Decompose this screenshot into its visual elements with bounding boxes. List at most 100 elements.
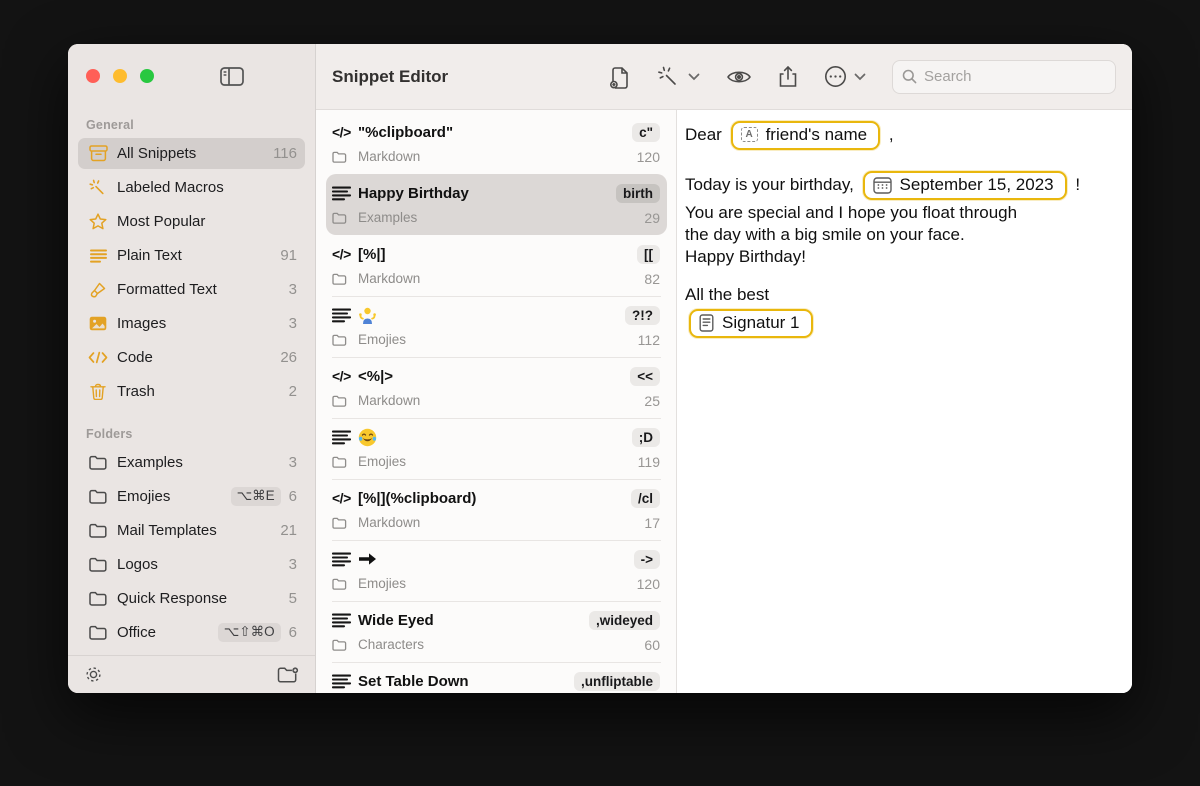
snippet-folder: Emojies [358,576,637,591]
editor-text: , [884,124,893,146]
token-label: friend's name [766,125,868,145]
search-icon [902,69,917,84]
sidebar-item-all-snippets[interactable]: All Snippets116 [78,138,305,169]
shortcut-badge: ⌥⌘E [231,487,281,506]
item-count: 21 [280,522,297,539]
zoom-window-button[interactable] [140,69,154,83]
sidebar-footer [68,655,315,693]
snippet-title [358,428,632,447]
folder-icon [86,625,110,640]
document-icon [699,314,714,332]
sidebar-item-label: Office [117,624,218,641]
folder-icon [86,523,110,538]
new-snippet-button[interactable] [609,65,631,89]
editor-text: Dear [685,124,727,146]
sidebar-item-formatted-text[interactable]: Formatted Text3 [78,274,305,305]
sidebar-section-label-general: General [78,108,305,138]
snippet-row-item[interactable]: </>[%|][[Markdown82 [326,235,667,296]
snippet-row-wide-eyed[interactable]: Wide Eyed,wideyedCharacters60 [326,601,667,662]
editor-text-line: You are special and I hope you float thr… [685,202,1118,224]
text-snippet-icon [332,430,358,445]
labeled-macros-icon [86,179,110,197]
snippet-count: 60 [644,637,660,653]
snippet-editor-textarea[interactable]: Dear Afriend's name ,Today is your birth… [677,110,1132,693]
search-input[interactable] [924,68,1106,85]
snippet-row-set-table-down[interactable]: Set Table Down,unfliptableCharacters59 [326,662,667,693]
placeholder-token-friend-s-name[interactable]: Afriend's name [731,121,881,150]
snippet-title: Set Table Down [358,673,574,690]
folder-icon [86,557,110,572]
sidebar-item-office[interactable]: Office⌥⇧⌘O6 [78,617,305,648]
snippet-count: 82 [644,271,660,287]
new-folder-icon[interactable] [277,666,299,684]
folder-icon [86,591,110,606]
snippet-row-item[interactable]: ?!?Emojies112 [326,296,667,357]
sidebar-item-plain-text[interactable]: Plain Text91 [78,240,305,271]
placeholder-token-september-15-2023[interactable]: September 15, 2023 [863,171,1067,200]
text-snippet-icon [332,552,358,567]
snippet-count: 29 [644,210,660,226]
editor-text-line: Dear Afriend's name , [685,118,1118,152]
folder-icon [86,489,110,504]
item-count: 3 [289,281,297,298]
app-window: GeneralAll Snippets116 Labeled Macros Most… [68,44,1132,693]
editor-text: ! [1071,174,1080,196]
sidebar-sections: GeneralAll Snippets116 Labeled Macros Most… [68,108,315,655]
emoji-icon [358,552,634,566]
folder-icon [86,455,110,470]
formatted-text-icon [86,281,110,299]
close-window-button[interactable] [86,69,100,83]
snippet-row-item[interactable]: ->Emojies120 [326,540,667,601]
editor-text-line: Signatur 1 [685,306,1118,340]
sidebar-item-labeled-macros[interactable]: Labeled Macros [78,172,305,203]
item-count: 2 [289,383,297,400]
placeholder-token-signatur-1[interactable]: Signatur 1 [689,309,813,338]
magic-actions-button[interactable] [657,65,700,89]
snippet-title [358,306,625,325]
folder-mini-icon [332,151,358,163]
sidebar-item-label: Trash [117,383,281,400]
snippet-row-happy-birthday[interactable]: Happy BirthdaybirthExamples29 [326,174,667,235]
settings-gear-icon[interactable] [84,665,103,684]
more-options-button[interactable] [824,65,866,88]
item-count: 3 [289,315,297,332]
sidebar-item-code[interactable]: Code26 [78,342,305,373]
share-button[interactable] [778,65,798,89]
sidebar-item-logos[interactable]: Logos3 [78,549,305,580]
sidebar-item-label: Logos [117,556,281,573]
code-icon [86,351,110,364]
snippet-row-item[interactable]: ;DEmojies119 [326,418,667,479]
search-field[interactable] [892,60,1116,94]
snippet-folder: Markdown [358,515,644,530]
snippet-title: [%|](%clipboard) [358,490,631,507]
snippet-row-item[interactable]: </><%|><<Markdown25 [326,357,667,418]
code-snippet-icon: </> [332,490,358,506]
minimize-window-button[interactable] [113,69,127,83]
text-snippet-icon [332,186,358,201]
snippet-row-clipboard[interactable]: </>"%clipboard"c"Markdown120 [326,113,667,174]
item-count: 3 [289,454,297,471]
snippet-row-clipboard[interactable]: </>[%|](%clipboard)/clMarkdown17 [326,479,667,540]
sidebar-item-label: Labeled Macros [117,179,297,196]
code-snippet-icon: </> [332,246,358,262]
sidebar-item-most-popular[interactable]: Most Popular [78,206,305,237]
images-icon [86,316,110,331]
snippet-shortcut-badge: << [630,367,660,386]
snippet-title: Happy Birthday [358,185,616,202]
snippet-title: [%|] [358,246,637,263]
sidebar: GeneralAll Snippets116 Labeled Macros Most… [68,44,316,693]
sidebar-item-examples[interactable]: Examples3 [78,447,305,478]
snippet-shortcut-badge: c" [632,123,660,142]
sidebar-item-mail-templates[interactable]: Mail Templates21 [78,515,305,546]
sidebar-item-emojies[interactable]: Emojies⌥⌘E6 [78,481,305,512]
sidebar-item-trash[interactable]: Trash 2 [78,376,305,407]
preview-eye-button[interactable] [726,68,752,86]
snippet-folder: Characters [358,637,644,652]
item-count: 5 [289,590,297,607]
sidebar-item-images[interactable]: Images 3 [78,308,305,339]
sidebar-item-label: Images [117,315,281,332]
token-label: Signatur 1 [722,313,800,333]
sidebar-item-quick-response[interactable]: Quick Response5 [78,583,305,614]
snippet-count: 120 [637,149,660,165]
sidebar-toggle-icon[interactable] [220,67,244,86]
